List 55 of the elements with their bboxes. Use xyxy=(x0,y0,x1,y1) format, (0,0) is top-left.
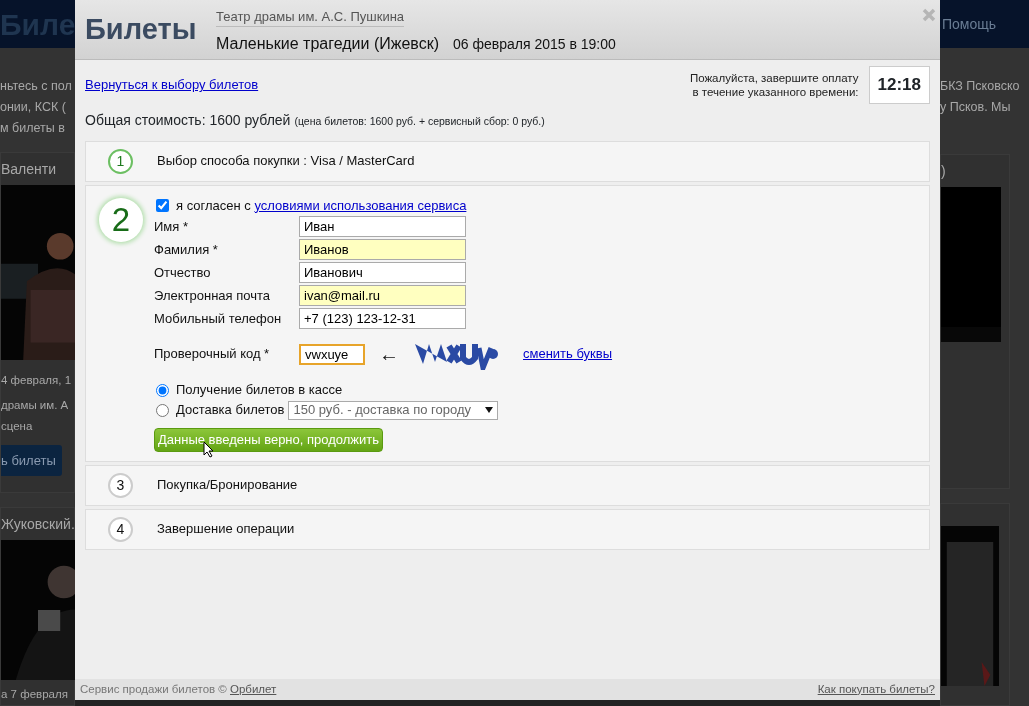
field-label: Отчество xyxy=(154,263,212,282)
change-letters-link[interactable]: сменить буквы xyxy=(523,344,613,364)
captcha-field[interactable]: vwxuye xyxy=(299,343,365,365)
event-info: драмы им. А xyxy=(1,397,70,413)
input-field[interactable]: Иванович xyxy=(299,262,466,283)
show-title: Маленькие трагедии (Ижевск) xyxy=(216,33,439,54)
body-text: онии, КСК ( xyxy=(0,99,67,116)
input-field[interactable]: Иванов xyxy=(299,239,466,260)
timer-note: Пожалуйста, завершите оплату в течение указанного времени: xyxy=(688,70,859,99)
field-label: Фамилия * xyxy=(154,240,219,259)
delivery-select[interactable]: 150 руб. - доставка по городу xyxy=(288,400,499,420)
step-number: 4 xyxy=(108,516,133,542)
show-date: 06 февраля 2015 в 19:00 xyxy=(453,34,616,54)
event-title: Жуковский. xyxy=(1,515,74,534)
step-title[interactable]: Завершение операции xyxy=(157,519,295,539)
input-field[interactable]: ivan@mail.ru xyxy=(299,285,466,306)
event-info: 4 февраля, 1 xyxy=(1,372,73,388)
body-text: БКЗ Псковско xyxy=(940,78,1021,95)
agree-checkbox[interactable] xyxy=(156,198,169,212)
step-title[interactable]: Покупка/Бронирование xyxy=(157,475,298,495)
back-link[interactable]: Вернуться к выбору билетов xyxy=(85,75,259,95)
input-field[interactable]: +7 (123) 123-12-31 xyxy=(299,308,466,329)
orbilet-link[interactable]: Орбилет xyxy=(230,682,277,695)
footer-text: Сервис продажи билетов © Орбилет xyxy=(80,681,277,697)
arrow-text: ← xyxy=(379,342,399,367)
step-number: 1 xyxy=(108,148,133,174)
field-label: Имя * xyxy=(154,217,189,236)
terms-link[interactable]: условиями использования сервиса xyxy=(254,197,467,213)
total-price: Общая стоимость: 1600 рублей xyxy=(85,110,291,130)
logo: Билеты xyxy=(85,11,198,47)
field-label: Проверочный код * xyxy=(154,345,271,364)
step-title[interactable]: Выбор способа покупки : Visa / MasterCard xyxy=(157,151,415,171)
caret-icon xyxy=(485,407,494,413)
body-text: у Псков. Мы xyxy=(940,99,1012,116)
event-info: а 7 февраля xyxy=(1,687,69,702)
event-title: ) xyxy=(941,162,947,181)
price-detail: (цена билетов: 1600 руб. + сервисный сбор: 0 руб.) xyxy=(294,113,545,129)
field-label: Электронная почта xyxy=(154,286,271,305)
option-label: Доставка билетов xyxy=(176,401,285,420)
agree-text: я согласен с условиями использования сервиса xyxy=(176,196,467,215)
countdown-timer: 12:18 xyxy=(868,66,930,104)
venue-name: Театр драмы им. А.С. Пушкина xyxy=(216,6,405,27)
radio-button[interactable] xyxy=(156,383,169,397)
step-number: 2 xyxy=(99,197,143,242)
help-link[interactable]: Как покупать билеты? xyxy=(817,680,935,698)
option-label: Получение билетов в кассе xyxy=(176,381,343,400)
event-info: сцена xyxy=(1,418,34,434)
field-label: Мобильный телефон xyxy=(154,309,283,328)
body-text: ньтесь с пол xyxy=(0,78,73,95)
input-field[interactable]: Иван xyxy=(299,216,466,237)
body-text: м билеты в xyxy=(0,120,66,137)
event-title: Валенти xyxy=(1,159,58,179)
radio-button[interactable] xyxy=(156,403,169,417)
step-number: 3 xyxy=(108,472,133,498)
buy-button[interactable]: ь билеты xyxy=(1,444,62,476)
